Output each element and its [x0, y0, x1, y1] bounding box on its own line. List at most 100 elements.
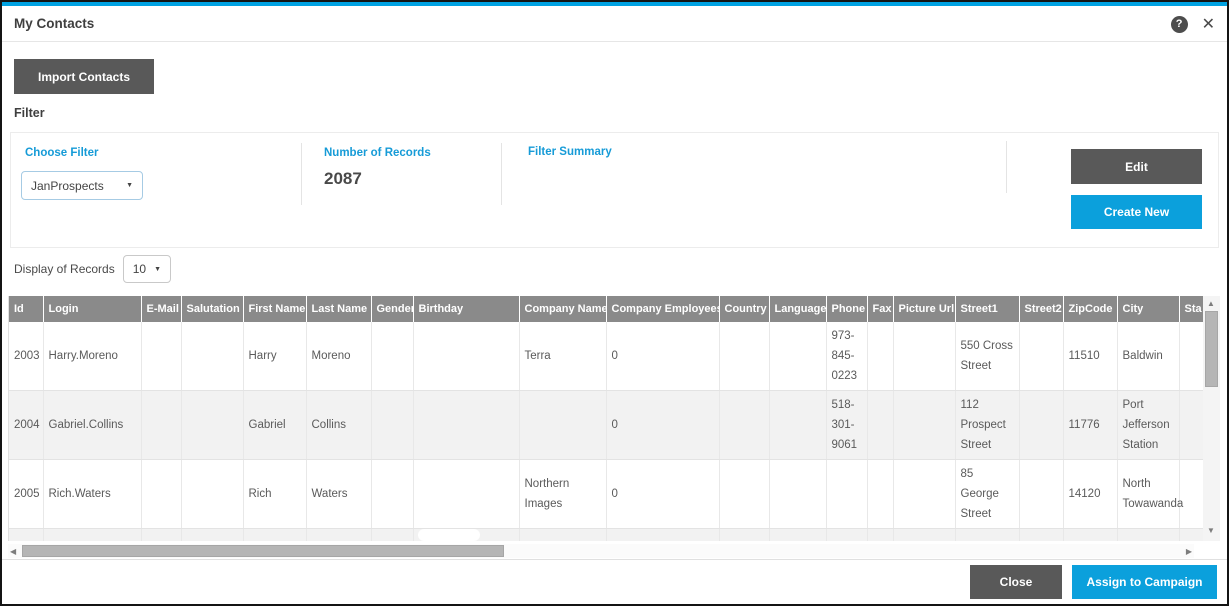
column-header-1: Login — [43, 296, 141, 322]
table-cell — [371, 529, 413, 542]
column-header-7: Birthday — [413, 296, 519, 322]
table-cell: 11776 — [1063, 391, 1117, 460]
table-cell: 65 Willow — [955, 529, 1019, 542]
page-title: My Contacts — [14, 16, 94, 31]
number-of-records-value: 2087 — [324, 169, 362, 189]
table-cell — [606, 529, 719, 542]
table-cell: Baldwin — [1117, 322, 1179, 391]
close-button[interactable]: Close — [970, 565, 1062, 599]
table-cell: 2003 — [9, 322, 43, 391]
chevron-down-icon: ▼ — [154, 266, 161, 273]
horizontal-scrollbar-thumb[interactable] — [22, 545, 504, 557]
column-header-15: Street1 — [955, 296, 1019, 322]
panel-divider — [301, 143, 302, 205]
table-cell — [181, 529, 243, 542]
display-of-records-label: Display of Records — [14, 262, 115, 276]
table-cell: Gabriel.Collins — [43, 391, 141, 460]
column-header-10: Country — [719, 296, 769, 322]
column-header-3: Salutation — [181, 296, 243, 322]
table-cell — [9, 529, 43, 542]
import-contacts-button[interactable]: Import Contacts — [14, 59, 154, 94]
table-cell — [867, 391, 893, 460]
table-cell — [371, 322, 413, 391]
table-cell: 14120 — [1063, 460, 1117, 529]
column-header-13: Fax — [867, 296, 893, 322]
table-cell: Waters — [306, 460, 371, 529]
vertical-scrollbar-thumb[interactable] — [1205, 311, 1218, 387]
table-cell: 11510 — [1063, 322, 1117, 391]
column-header-5: Last Name — [306, 296, 371, 322]
footer-divider — [2, 559, 1227, 560]
table-cell: Port Jefferson Station — [1117, 391, 1179, 460]
table-cell — [413, 322, 519, 391]
column-header-17: ZipCode — [1063, 296, 1117, 322]
column-header-11: Language — [769, 296, 826, 322]
display-of-records-select[interactable]: 10 ▼ — [123, 255, 171, 283]
table-cell — [141, 391, 181, 460]
contacts-table: IdLoginE-MailSalutationFirst NameLast Na… — [9, 296, 1204, 541]
table-cell — [826, 529, 867, 542]
table-cell: Terra — [519, 322, 606, 391]
table-row[interactable]: 2005Rich.Waters RichWaters Northern Images… — [9, 460, 1203, 529]
table-cell — [181, 322, 243, 391]
scroll-down-icon[interactable]: ▼ — [1207, 526, 1215, 535]
assign-to-campaign-button[interactable]: Assign to Campaign — [1072, 565, 1217, 599]
table-cell: 0 — [606, 322, 719, 391]
table-cell — [893, 391, 955, 460]
table-cell: 550 Cross Street — [955, 322, 1019, 391]
table-cell: 2005 — [9, 460, 43, 529]
help-icon[interactable]: ? — [1171, 16, 1188, 33]
table-row[interactable]: 2004Gabriel.CollinsGabrielCollins0518-30… — [9, 391, 1203, 460]
my-contacts-dialog: My Contacts ? ✕ Import Contacts Filter C… — [0, 0, 1229, 606]
filter-section-heading: Filter — [14, 106, 45, 120]
filter-summary-label: Filter Summary — [528, 146, 612, 158]
column-header-4: First Name — [243, 296, 306, 322]
table-cell: 0 — [606, 460, 719, 529]
create-new-button[interactable]: Create New — [1071, 195, 1202, 229]
edit-button[interactable]: Edit — [1071, 149, 1202, 184]
table-row[interactable]: 2003Harry.MorenoHarryMorenoTerra0973-845… — [9, 322, 1203, 391]
table-cell — [719, 391, 769, 460]
column-header-8: Company Name — [519, 296, 606, 322]
scroll-up-icon[interactable]: ▲ — [1207, 299, 1215, 308]
column-header-6: Gender — [371, 296, 413, 322]
scroll-left-icon[interactable]: ◀ — [10, 547, 16, 556]
table-cell — [371, 460, 413, 529]
table-cell: Northern Images — [519, 460, 606, 529]
close-icon[interactable]: ✕ — [1202, 16, 1215, 33]
table-cell: Rich.Waters — [43, 460, 141, 529]
table-cell — [141, 529, 181, 542]
table-cell — [893, 529, 955, 542]
table-cell — [1063, 529, 1117, 542]
table-cell — [719, 460, 769, 529]
table-cell — [1019, 460, 1063, 529]
table-cell — [1179, 322, 1203, 391]
table-row[interactable]: 65 Willow — [9, 529, 1203, 542]
table-cell — [413, 391, 519, 460]
table-cell — [1019, 322, 1063, 391]
choose-filter-select[interactable]: JanProspects ▼ — [21, 171, 143, 200]
table-cell — [1117, 529, 1179, 542]
column-header-18: City — [1117, 296, 1179, 322]
table-cell: 518-301-9061 — [826, 391, 867, 460]
table-cell — [769, 391, 826, 460]
horizontal-scrollbar[interactable]: ◀ ▶ — [8, 544, 1194, 558]
table-cell: Harry.Moreno — [43, 322, 141, 391]
table-cell — [867, 529, 893, 542]
table-cell — [141, 460, 181, 529]
table-cell: 85 George Street — [955, 460, 1019, 529]
vertical-scrollbar[interactable]: ▲ ▼ — [1203, 296, 1220, 541]
table-cell: Harry — [243, 322, 306, 391]
number-of-records-label: Number of Records — [324, 147, 431, 159]
display-of-records-selected-value: 10 — [133, 262, 146, 276]
table-cell — [1179, 391, 1203, 460]
table-cell — [893, 322, 955, 391]
scroll-right-icon[interactable]: ▶ — [1186, 547, 1192, 556]
title-bar-icons: ? ✕ — [1171, 6, 1215, 42]
row-overlay-highlight — [418, 529, 480, 541]
column-header-12: Phone — [826, 296, 867, 322]
table-cell — [519, 391, 606, 460]
table-cell — [43, 529, 141, 542]
table-cell: Rich — [243, 460, 306, 529]
panel-divider — [501, 143, 502, 205]
